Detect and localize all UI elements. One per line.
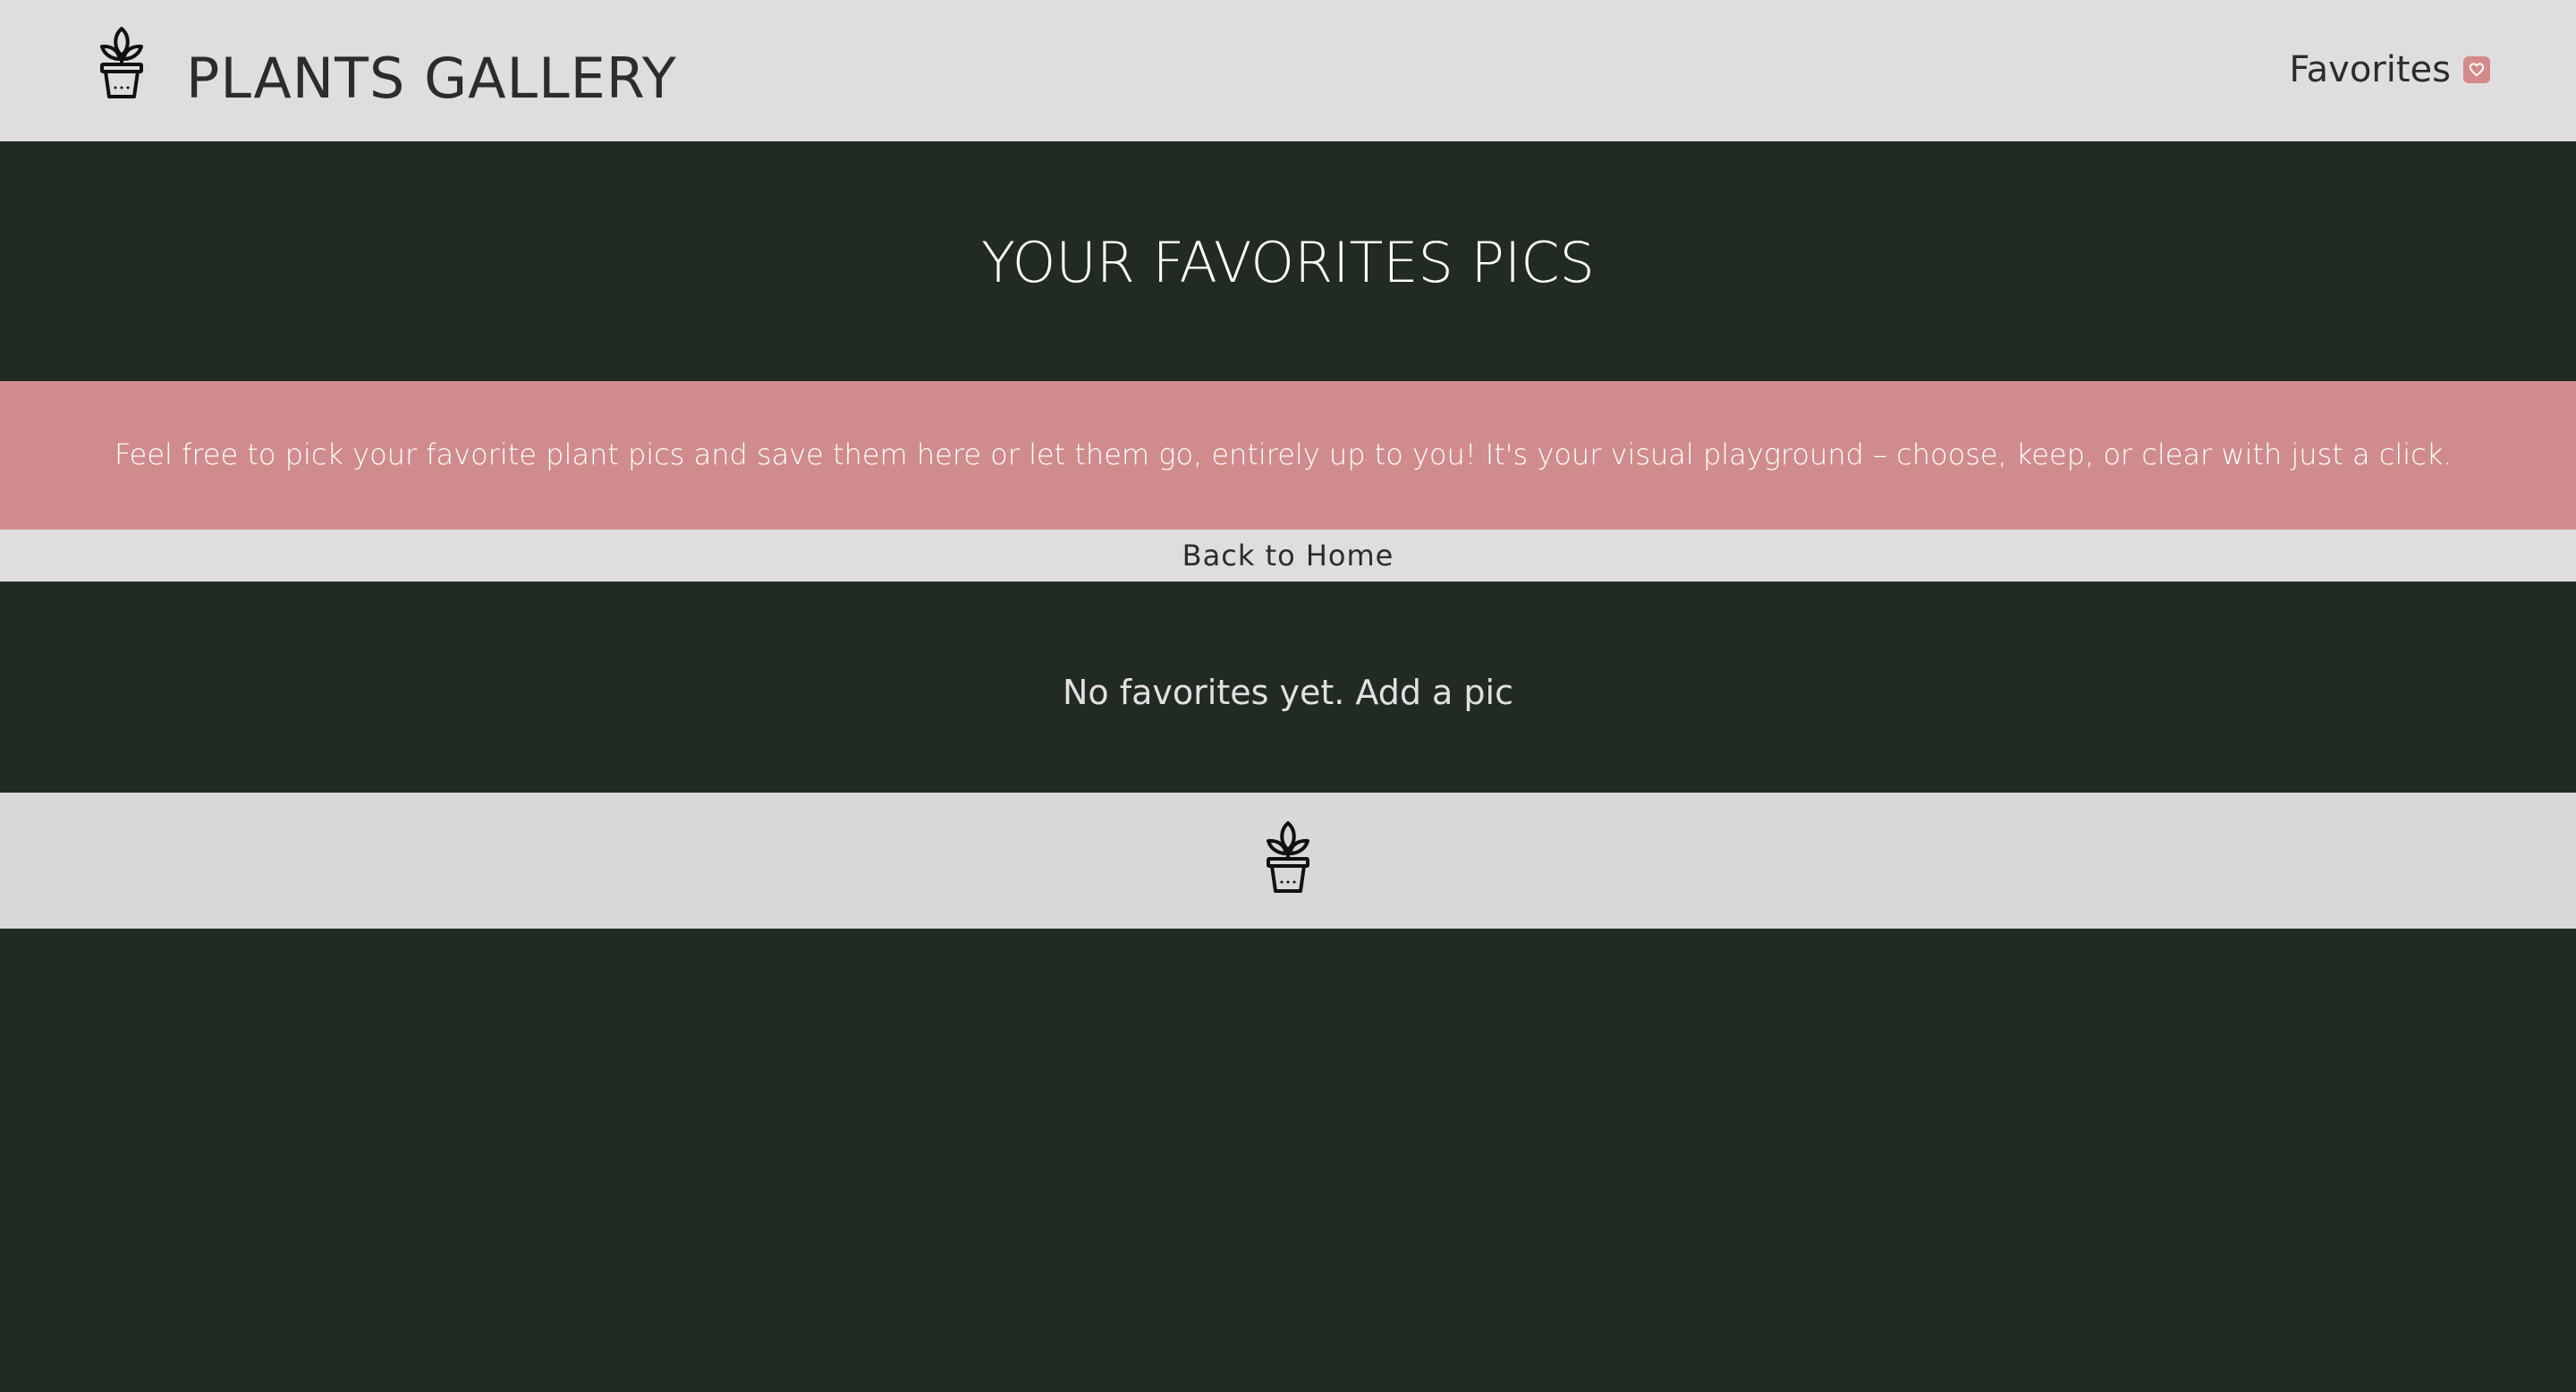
back-to-home-link[interactable]: Back to Home bbox=[1182, 539, 1394, 573]
hero-section: YOUR FAVORITES PICS bbox=[0, 141, 2576, 381]
heart-icon bbox=[2469, 63, 2485, 77]
intro-text: Feel free to pick your favorite plant pi… bbox=[114, 437, 2453, 471]
page-background bbox=[0, 929, 2576, 1392]
back-bar: Back to Home bbox=[0, 530, 2576, 581]
favorites-list: No favorites yet. Add a pic bbox=[0, 581, 2576, 793]
brand-title[interactable]: PLANTS GALLERY bbox=[186, 41, 677, 116]
empty-state-message: No favorites yet. Add a pic bbox=[1062, 673, 1513, 712]
potted-plant-icon bbox=[1267, 821, 1309, 893]
page-title: YOUR FAVORITES PICS bbox=[981, 230, 1595, 295]
site-footer bbox=[0, 793, 2576, 929]
site-header: PLANTS GALLERY Favorites bbox=[0, 0, 2576, 141]
favorites-badge bbox=[2463, 56, 2490, 83]
intro-band: Feel free to pick your favorite plant pi… bbox=[0, 381, 2576, 530]
potted-plant-icon[interactable] bbox=[89, 25, 154, 100]
favorites-label: Favorites bbox=[2289, 49, 2451, 90]
favorites-link[interactable]: Favorites bbox=[2289, 43, 2490, 97]
